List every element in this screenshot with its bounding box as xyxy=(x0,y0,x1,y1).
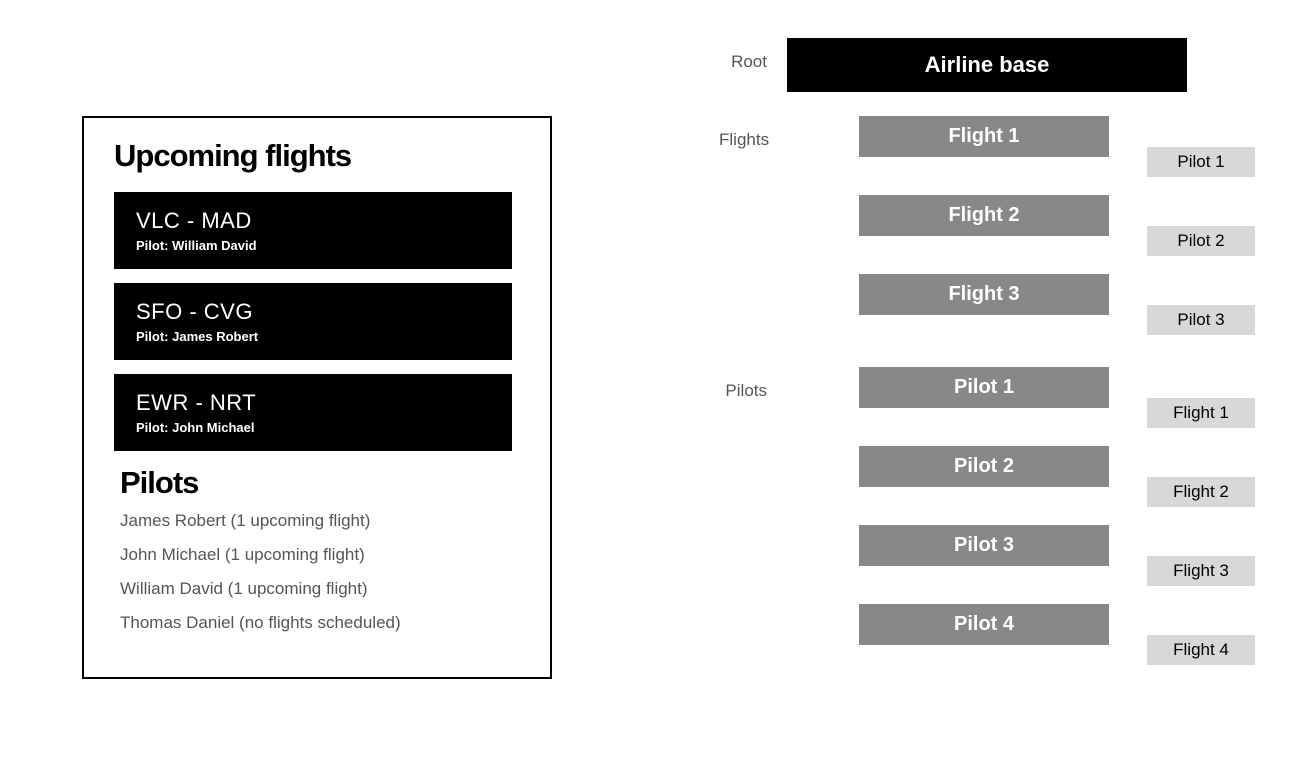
tree-pilots-row: Pilots Pilot 1 Flight 1 Pilot 2 Flight 2… xyxy=(719,367,1189,683)
tree-flight-box: Flight 3 xyxy=(859,274,1109,315)
flight-route: EWR - NRT xyxy=(136,390,490,416)
upcoming-flights-heading: Upcoming flights xyxy=(114,138,532,174)
pilot-item: William David (1 upcoming flight) xyxy=(120,579,532,599)
upcoming-flights-panel: Upcoming flights VLC - MAD Pilot: Willia… xyxy=(82,116,552,679)
tree-pilot-leaf: Flight 2 xyxy=(1147,477,1255,507)
tree-pilot-box: Pilot 2 xyxy=(859,446,1109,487)
pilot-item: Thomas Daniel (no flights scheduled) xyxy=(120,613,532,633)
flight-route: SFO - CVG xyxy=(136,299,490,325)
pilots-heading: Pilots xyxy=(120,465,532,501)
tree-root-label: Root xyxy=(719,38,787,72)
tree-flights-row: Flights Flight 1 Pilot 1 Flight 2 Pilot … xyxy=(719,116,1189,353)
flight-card: VLC - MAD Pilot: William David xyxy=(114,192,512,269)
flight-card: EWR - NRT Pilot: John Michael xyxy=(114,374,512,451)
pilot-item: John Michael (1 upcoming flight) xyxy=(120,545,532,565)
tree-pilot-box: Pilot 4 xyxy=(859,604,1109,645)
tree-pilots-label: Pilots xyxy=(719,367,787,401)
tree-flight-box: Flight 1 xyxy=(859,116,1109,157)
tree-pilot-leaf: Flight 1 xyxy=(1147,398,1255,428)
tree-flights-label: Flights xyxy=(719,116,787,150)
tree-flight-leaf: Pilot 1 xyxy=(1147,147,1255,177)
tree-flight-leaf: Pilot 3 xyxy=(1147,305,1255,335)
flight-card: SFO - CVG Pilot: James Robert xyxy=(114,283,512,360)
tree-pilot-box: Pilot 1 xyxy=(859,367,1109,408)
tree-pilot-box: Pilot 3 xyxy=(859,525,1109,566)
tree-root-row: Root Airline base xyxy=(719,38,1189,116)
flight-pilot: Pilot: James Robert xyxy=(136,329,490,344)
flight-route: VLC - MAD xyxy=(136,208,490,234)
flight-pilot: Pilot: William David xyxy=(136,238,490,253)
pilot-item: James Robert (1 upcoming flight) xyxy=(120,511,532,531)
data-tree-panel: Root Airline base Flights Flight 1 Pilot… xyxy=(719,38,1189,683)
tree-pilot-leaf: Flight 4 xyxy=(1147,635,1255,665)
flight-pilot: Pilot: John Michael xyxy=(136,420,490,435)
tree-flight-box: Flight 2 xyxy=(859,195,1109,236)
tree-flight-leaf: Pilot 2 xyxy=(1147,226,1255,256)
tree-root-box: Airline base xyxy=(787,38,1187,92)
tree-pilot-leaf: Flight 3 xyxy=(1147,556,1255,586)
